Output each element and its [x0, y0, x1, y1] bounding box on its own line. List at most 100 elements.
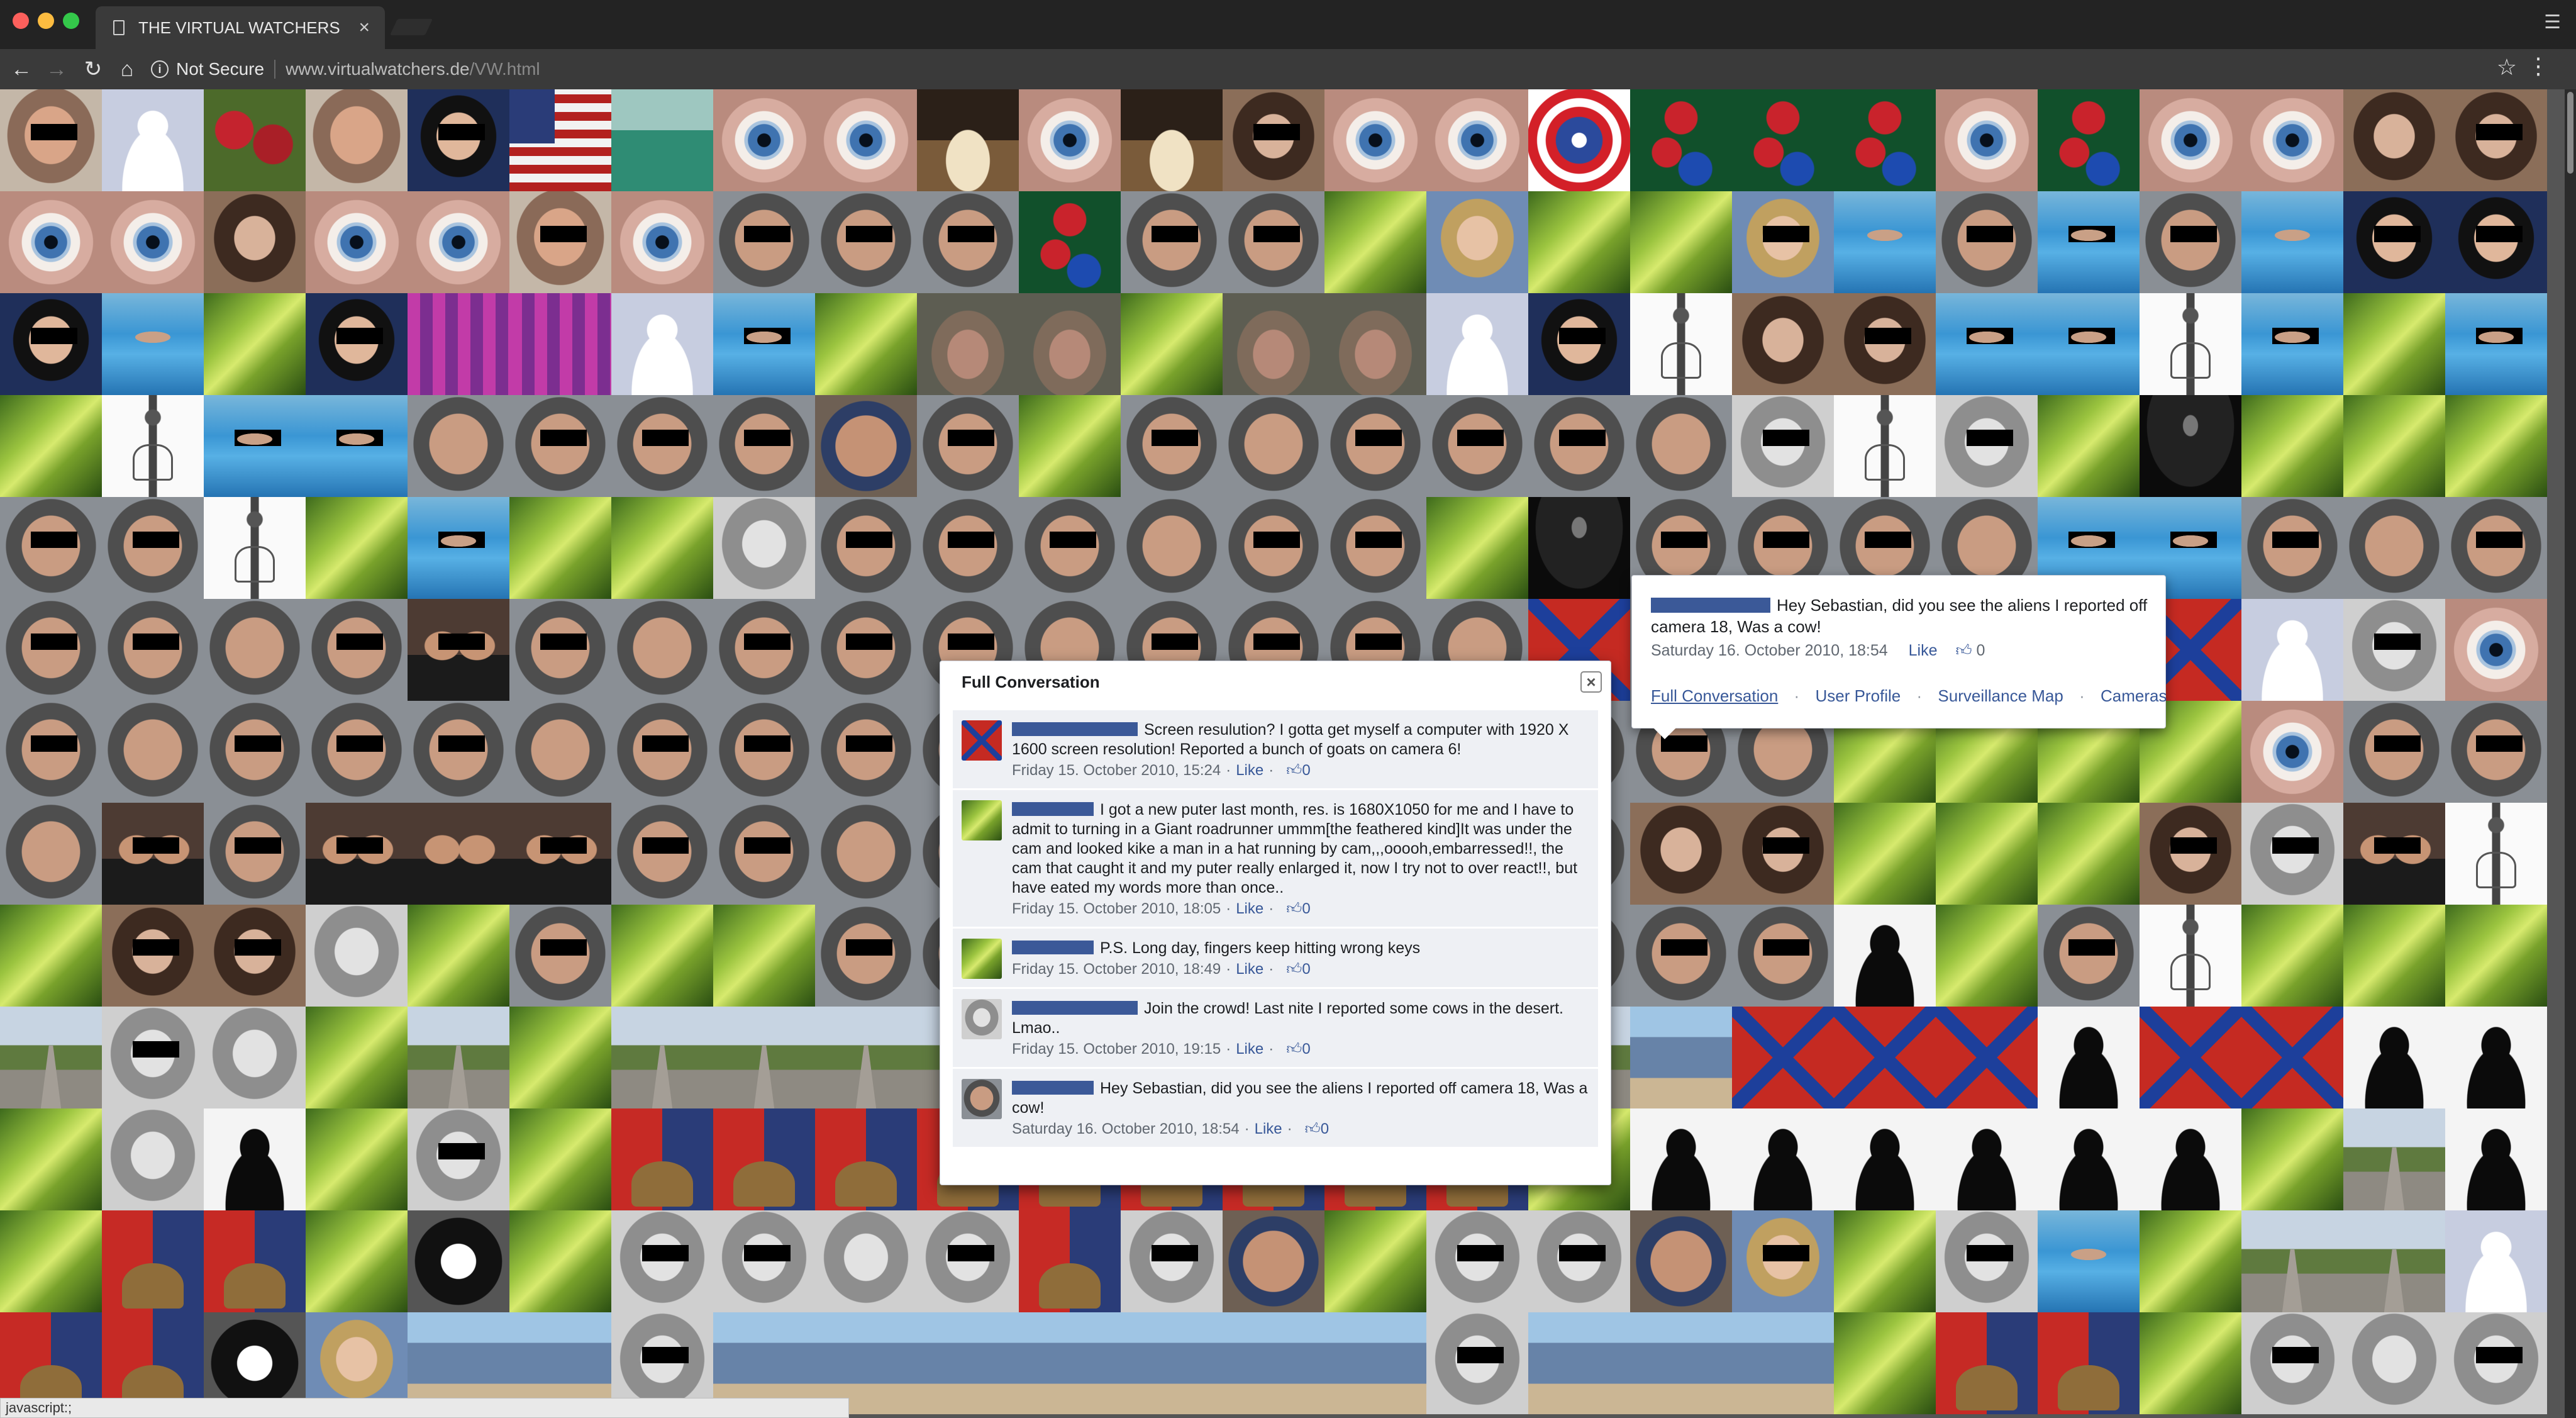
photo-tile[interactable]	[2140, 191, 2241, 293]
photo-tile[interactable]	[2445, 191, 2547, 293]
photo-tile[interactable]	[509, 395, 611, 497]
photo-tile[interactable]	[713, 1210, 815, 1312]
photo-tile[interactable]	[2241, 191, 2343, 293]
photo-tile[interactable]	[2343, 803, 2445, 905]
photo-tile[interactable]	[0, 1108, 102, 1210]
photo-tile[interactable]	[611, 905, 713, 1007]
photo-tile[interactable]	[1121, 293, 1223, 395]
photo-tile[interactable]	[102, 701, 204, 803]
photo-tile[interactable]	[815, 1210, 917, 1312]
photo-tile[interactable]	[204, 395, 306, 497]
photo-tile[interactable]	[1528, 1210, 1630, 1312]
photo-tile[interactable]	[102, 905, 204, 1007]
photo-tile[interactable]	[1732, 1007, 1834, 1108]
photo-tile[interactable]	[1834, 803, 1936, 905]
photo-tile[interactable]	[2140, 905, 2241, 1007]
photo-tile[interactable]	[1732, 803, 1834, 905]
url-path[interactable]: /VW.html	[470, 59, 540, 79]
photo-tile[interactable]	[102, 191, 204, 293]
photo-tile[interactable]	[306, 293, 408, 395]
photo-tile[interactable]	[1936, 905, 2038, 1007]
photo-tile[interactable]	[1936, 1108, 2038, 1210]
photo-tile[interactable]	[1936, 1312, 2038, 1414]
photo-tile[interactable]	[306, 1210, 408, 1312]
url-host[interactable]: www.virtualwatchers.de	[286, 59, 470, 79]
photo-tile[interactable]	[509, 599, 611, 701]
photo-tile[interactable]	[2140, 89, 2241, 191]
photo-tile[interactable]	[1732, 1210, 1834, 1312]
photo-tile[interactable]	[1834, 191, 1936, 293]
photo-tile[interactable]	[2445, 1108, 2547, 1210]
photo-tile[interactable]	[2038, 89, 2140, 191]
photo-tile[interactable]	[1630, 905, 1732, 1007]
full-conversation-link[interactable]: Full Conversation	[1651, 686, 1778, 705]
photo-tile[interactable]	[1426, 1312, 1528, 1414]
photo-tile[interactable]	[2038, 395, 2140, 497]
photo-tile[interactable]	[204, 701, 306, 803]
photo-tile[interactable]	[2445, 497, 2547, 599]
photo-tile[interactable]	[1834, 1312, 1936, 1414]
photo-tile[interactable]	[2343, 293, 2445, 395]
photo-tile[interactable]	[611, 89, 713, 191]
photo-tile[interactable]	[611, 701, 713, 803]
photo-tile[interactable]	[2038, 293, 2140, 395]
photo-tile[interactable]	[1630, 803, 1732, 905]
photo-tile[interactable]	[611, 599, 713, 701]
photo-tile[interactable]	[2241, 1312, 2343, 1414]
photo-tile[interactable]	[2038, 803, 2140, 905]
photo-tile[interactable]	[306, 89, 408, 191]
photo-tile[interactable]	[509, 701, 611, 803]
photo-tile[interactable]	[306, 803, 408, 905]
photo-tile[interactable]	[204, 89, 306, 191]
photo-tile[interactable]	[713, 89, 815, 191]
photo-tile[interactable]	[509, 293, 611, 395]
photo-tile[interactable]	[1630, 395, 1732, 497]
photo-tile[interactable]	[917, 395, 1019, 497]
photo-tile[interactable]	[1223, 89, 1324, 191]
photo-tile[interactable]	[611, 1108, 713, 1210]
photo-tile[interactable]	[2241, 701, 2343, 803]
photo-tile[interactable]	[204, 905, 306, 1007]
photo-tile[interactable]	[1324, 191, 1426, 293]
photo-tile[interactable]	[306, 1007, 408, 1108]
photo-tile[interactable]	[2343, 89, 2445, 191]
photo-tile[interactable]	[2038, 1108, 2140, 1210]
photo-tile[interactable]	[102, 599, 204, 701]
photo-tile[interactable]	[306, 191, 408, 293]
photo-tile[interactable]	[408, 497, 509, 599]
photo-tile[interactable]	[1019, 1312, 1121, 1414]
redacted-user-name[interactable]	[1012, 722, 1138, 736]
photo-tile[interactable]	[713, 497, 815, 599]
photo-tile[interactable]	[509, 905, 611, 1007]
photo-tile[interactable]	[1834, 1108, 1936, 1210]
redacted-user-name[interactable]	[1012, 941, 1094, 954]
photo-tile[interactable]	[917, 89, 1019, 191]
photo-tile[interactable]	[713, 1007, 815, 1108]
photo-tile[interactable]	[2140, 1210, 2241, 1312]
photo-tile[interactable]	[1528, 89, 1630, 191]
security-label[interactable]: Not Secure	[176, 59, 264, 79]
photo-tile[interactable]	[408, 701, 509, 803]
photo-tile[interactable]	[815, 89, 917, 191]
photo-tile[interactable]	[2241, 497, 2343, 599]
profile-menu-icon[interactable]: ☰	[2544, 11, 2561, 33]
photo-tile[interactable]	[1834, 395, 1936, 497]
photo-tile[interactable]	[2241, 905, 2343, 1007]
photo-tile[interactable]	[204, 497, 306, 599]
photo-tile[interactable]	[1732, 89, 1834, 191]
photo-tile[interactable]	[1528, 395, 1630, 497]
photo-tile[interactable]	[1834, 1210, 1936, 1312]
photo-tile[interactable]	[611, 1007, 713, 1108]
photo-tile[interactable]	[509, 497, 611, 599]
photo-tile[interactable]	[1121, 191, 1223, 293]
photo-tile[interactable]	[509, 89, 611, 191]
photo-tile[interactable]	[2445, 89, 2547, 191]
photo-tile[interactable]	[509, 803, 611, 905]
like-link[interactable]: Like	[1236, 1041, 1263, 1058]
photo-tile[interactable]	[0, 395, 102, 497]
photo-tile[interactable]	[0, 1210, 102, 1312]
photo-tile[interactable]	[611, 1210, 713, 1312]
photo-tile[interactable]	[1936, 395, 2038, 497]
photo-tile[interactable]	[2038, 1312, 2140, 1414]
photo-tile[interactable]	[2241, 1210, 2343, 1312]
